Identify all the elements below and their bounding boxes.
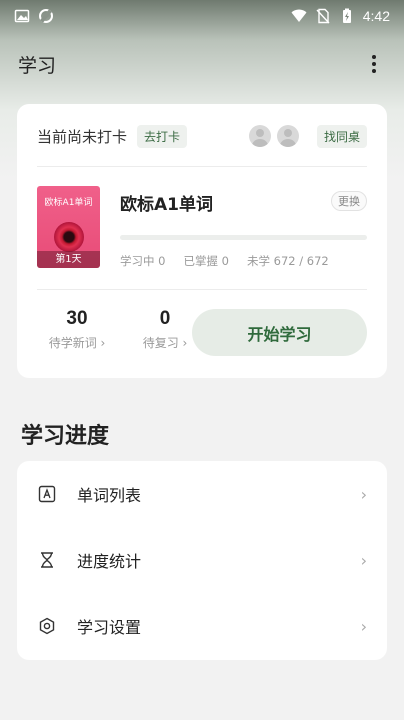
book-name: 欧标A1单词 [120,195,213,215]
settings-hexagon-icon [37,616,57,636]
find-partner-button[interactable]: 找同桌 [316,124,367,148]
cover-title: 欧标A1单词 [44,198,93,208]
hourglass-icon [37,550,57,570]
book-stats: 学习中 0 已掌握 0 未学 672 / 672 [120,253,329,269]
progress-menu: 单词列表 › 进度统计 › 学习设置 › [17,461,387,660]
more-vert-icon [372,55,376,59]
checkin-row: 当前尚未打卡 去打卡 找同桌 [37,122,367,150]
menu-item-word-list[interactable]: 单词列表 › [17,461,387,527]
battery-charging-icon [342,8,351,23]
study-card: 当前尚未打卡 去打卡 找同桌 欧标A1单词 第1天 欧标A1单词 更换 学习中 … [17,104,387,378]
divider [37,289,367,290]
menu-item-study-settings[interactable]: 学习设置 › [17,593,387,659]
divider [37,166,367,167]
chevron-right-icon: › [360,616,367,636]
book-progress-bar [120,235,367,240]
book-cover[interactable]: 欧标A1单词 第1天 [37,186,100,268]
study-actions: 30 待学新词 › 0 待复习 › 开始学习 [37,304,367,360]
new-words-label: 待学新词 › [48,336,106,350]
no-sim-icon [316,8,330,24]
gallery-icon [14,9,30,23]
menu-item-label: 单词列表 [77,486,142,505]
new-words-block[interactable]: 30 待学新词 › [37,308,117,351]
status-bar: 4:42 [0,0,404,32]
cover-art [54,222,84,252]
partner-avatar-2[interactable] [276,125,299,147]
mastered-count: 已掌握 0 [183,254,229,268]
wifi-icon [291,9,307,22]
checkin-button[interactable]: 去打卡 [137,124,188,148]
unlearned-count: 未学 672 / 672 [246,254,329,268]
app-bar: 学习 [0,40,404,88]
new-words-count: 30 [66,308,88,329]
clock: 4:42 [362,8,390,24]
cover-day-label: 第1天 [37,251,100,268]
page-title: 学习 [18,54,57,77]
menu-item-label: 学习设置 [77,618,142,637]
word-list-icon [37,484,57,504]
menu-item-progress-stats[interactable]: 进度统计 › [17,527,387,593]
change-book-button[interactable]: 更换 [331,191,367,211]
menu-item-label: 进度统计 [77,552,142,571]
learning-count: 学习中 0 [120,254,166,268]
more-options-button[interactable] [362,52,386,76]
chevron-right-icon: › [360,484,367,504]
partner-avatar-1[interactable] [248,125,271,147]
section-title: 学习进度 [21,424,110,449]
sync-icon [39,9,53,23]
start-learning-button[interactable]: 开始学习 [192,309,367,356]
checkin-status: 当前尚未打卡 [37,127,128,146]
chevron-right-icon: › [360,550,367,570]
